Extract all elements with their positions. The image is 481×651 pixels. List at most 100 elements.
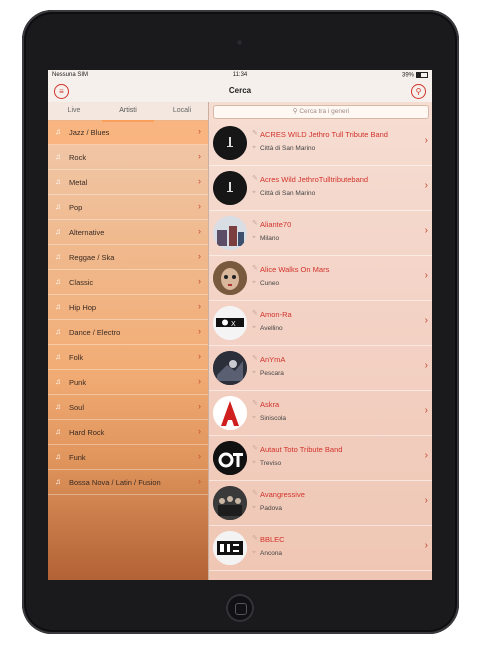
genre-search-input[interactable]: ⚲ Cerca tra i generi <box>213 105 429 119</box>
genre-label: Soul <box>69 403 85 412</box>
artist-name: BBLEC <box>260 535 285 544</box>
pencil-icon: ✎ <box>252 310 258 317</box>
genre-item[interactable]: ♫ Jazz / Blues › <box>48 120 208 145</box>
genre-label: Rock <box>69 153 87 162</box>
headphones-icon: ♫ <box>55 152 61 161</box>
chevron-right-icon: › <box>198 176 201 186</box>
tab-locali[interactable]: Locali <box>156 102 208 120</box>
genre-item[interactable]: ♫ Classic › <box>48 270 208 295</box>
avatar-image <box>213 531 247 565</box>
genre-item[interactable]: ♫ Punk › <box>48 370 208 395</box>
list-item[interactable]: ✎ Aliante70 ⌖ Milano › <box>209 211 432 256</box>
search-button[interactable]: ⚲ <box>411 84 426 99</box>
list-item[interactable]: ✎ Autaut Toto Tribute Band ⌖ Treviso › <box>209 436 432 481</box>
pencil-icon: ✎ <box>252 400 258 407</box>
headphones-icon: ♫ <box>55 302 61 311</box>
genre-item[interactable]: ♫ Pop › <box>48 195 208 220</box>
avatar-image <box>213 261 247 295</box>
genre-item[interactable]: ♫ Bossa Nova / Latin / Fusion › <box>48 470 208 495</box>
genre-item[interactable]: ♫ Hip Hop › <box>48 295 208 320</box>
navigation-bar: ≡ Cerca ⚲ <box>48 80 432 103</box>
genre-item[interactable]: ♫ Folk › <box>48 345 208 370</box>
chevron-right-icon: › <box>198 276 201 286</box>
artist-city: Avellino <box>260 325 283 332</box>
location-pin-icon: ⌖ <box>252 324 256 331</box>
pencil-icon: ✎ <box>252 130 258 137</box>
headphones-icon: ♫ <box>55 427 61 436</box>
list-item[interactable]: ✎ BBLEC ⌖ Ancona › <box>209 526 432 571</box>
genre-item[interactable]: ♫ Metal › <box>48 170 208 195</box>
location-pin-icon: ⌖ <box>252 504 256 511</box>
chevron-right-icon: › <box>424 495 428 506</box>
artist-name: Autaut Toto Tribute Band <box>260 445 343 454</box>
chevron-right-icon: › <box>198 151 201 161</box>
avatar <box>213 126 247 160</box>
chevron-right-icon: › <box>198 201 201 211</box>
artist-name: Avangressive <box>260 490 305 499</box>
genre-item[interactable]: ♫ Reggae / Ska › <box>48 245 208 270</box>
genre-item[interactable]: ♫ Hard Rock › <box>48 420 208 445</box>
list-item[interactable]: X ✎ Amon-Ra ⌖ Avellino › <box>209 301 432 346</box>
artist-city: Città di San Marino <box>260 190 316 197</box>
pencil-icon: ✎ <box>252 490 258 497</box>
genre-label: Hard Rock <box>69 428 105 437</box>
chevron-right-icon: › <box>198 251 201 261</box>
genre-panel: Live Artisti Locali ♫ Jazz / Blues › ♫ Rock… <box>48 102 208 580</box>
artist-city: Ancona <box>260 550 283 557</box>
list-item[interactable]: ✎ ACRES WILD Jethro Tull Tribute Band ⌖ … <box>209 121 432 166</box>
avatar <box>213 486 247 520</box>
list-item[interactable]: ✎ Alice Walks On Mars ⌖ Cuneo › <box>209 256 432 301</box>
chevron-right-icon: › <box>424 450 428 461</box>
genre-label: Metal <box>69 178 88 187</box>
avatar <box>213 396 247 430</box>
genre-item[interactable]: ♫ Rock › <box>48 145 208 170</box>
pencil-icon: ✎ <box>252 445 258 452</box>
genre-label: Pop <box>69 203 83 212</box>
search-placeholder: Cerca tra i generi <box>299 108 350 115</box>
pencil-icon: ✎ <box>252 355 258 362</box>
headphones-icon: ♫ <box>55 277 61 286</box>
genre-item[interactable]: ♫ Alternative › <box>48 220 208 245</box>
tab-live[interactable]: Live <box>48 102 100 120</box>
genre-item[interactable]: ♫ Soul › <box>48 395 208 420</box>
battery-percent: 39% <box>401 72 414 79</box>
page-title: Cerca <box>228 86 252 95</box>
home-square-icon <box>235 603 247 615</box>
avatar-image <box>213 216 247 250</box>
list-item[interactable]: ✎ AnYmA ⌖ Pescara › <box>209 346 432 391</box>
headphones-icon: ♫ <box>55 227 61 236</box>
location-pin-icon: ⌖ <box>252 459 256 466</box>
headphones-icon: ♫ <box>55 177 61 186</box>
artist-city: Cuneo <box>260 280 280 287</box>
artist-name: Aliante70 <box>260 220 292 229</box>
list-item[interactable]: ✎ Acres Wild JethroTulltributeband ⌖ Cit… <box>209 166 432 211</box>
clock: 11:34 <box>232 72 248 78</box>
tab-artisti[interactable]: Artisti <box>102 102 154 122</box>
pencil-icon: ✎ <box>252 175 258 182</box>
avatar-image <box>213 351 247 385</box>
chevron-right-icon: › <box>424 360 428 371</box>
location-pin-icon: ⌖ <box>252 234 256 241</box>
chevron-right-icon: › <box>424 270 428 281</box>
avatar <box>213 351 247 385</box>
avatar <box>213 261 247 295</box>
genre-label: Reggae / Ska <box>69 253 115 262</box>
list-item[interactable]: ✎ Avangressive ⌖ Padova › <box>209 481 432 526</box>
artist-list: ✎ ACRES WILD Jethro Tull Tribute Band ⌖ … <box>209 121 432 571</box>
chevron-right-icon: › <box>424 405 428 416</box>
list-item[interactable]: ✎ Askra ⌖ Siniscola › <box>209 391 432 436</box>
genre-item[interactable]: ♫ Funk › <box>48 445 208 470</box>
chevron-right-icon: › <box>198 401 201 411</box>
avatar: X <box>213 306 247 340</box>
headphones-icon: ♫ <box>55 477 61 486</box>
artist-name: Askra <box>260 400 280 409</box>
chevron-right-icon: › <box>198 476 201 486</box>
artist-city: Treviso <box>260 460 282 467</box>
genre-item[interactable]: ♫ Dance / Electro › <box>48 320 208 345</box>
headphones-icon: ♫ <box>55 127 61 136</box>
chevron-right-icon: › <box>424 180 428 191</box>
avatar-image <box>213 486 247 520</box>
search-icon: ⚲ <box>415 87 422 96</box>
chevron-right-icon: › <box>424 135 428 146</box>
svg-text:X: X <box>231 321 236 328</box>
